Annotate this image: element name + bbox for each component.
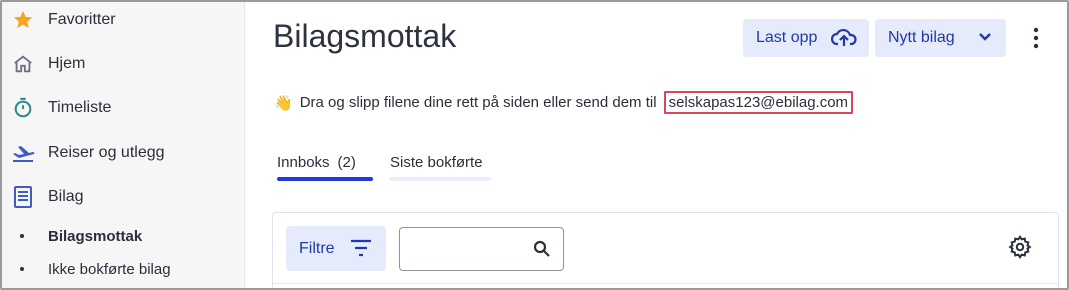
tab-recent-posted[interactable]: Siste bokførte <box>390 154 483 171</box>
cloud-upload-icon <box>830 26 857 55</box>
panel-divider <box>273 283 1058 284</box>
sidebar-item-receipts[interactable]: Bilag <box>2 177 245 217</box>
tab-label: Siste bokførte <box>390 154 483 171</box>
drop-hint-text: Dra og slipp filene dine rett på siden e… <box>299 94 657 111</box>
sidebar-item-travel-expenses[interactable]: Reiser og utlegg <box>2 133 245 173</box>
search-field[interactable] <box>399 227 564 271</box>
bullet <box>20 234 24 238</box>
sidebar-item-home[interactable]: Hjem <box>2 44 245 84</box>
home-icon <box>11 52 35 76</box>
sidebar-item-favorites[interactable]: Favoritter <box>2 2 245 40</box>
tab-idle-indicator <box>390 177 491 181</box>
tab-count: (2) <box>337 154 356 171</box>
stopwatch-icon <box>11 96 35 120</box>
main-content: Bilagsmottak Last opp Nytt bilag 👋 Dra o… <box>246 2 1067 288</box>
sidebar-subitem-label: Bilagsmottak <box>48 227 143 245</box>
sidebar-item-label: Reiser og utlegg <box>48 144 165 161</box>
sidebar-subitem-label: Ikke bokførte bilag <box>48 260 171 278</box>
sidebar-subitem-unposted[interactable]: Ikke bokførte bilag <box>2 256 245 282</box>
settings-gear-icon[interactable] <box>1008 234 1032 264</box>
receipt-icon <box>11 185 35 209</box>
filter-icon <box>350 239 372 262</box>
upload-button-label: Last opp <box>756 29 818 46</box>
tab-inbox[interactable]: Innboks (2) <box>277 154 356 171</box>
upload-button[interactable]: Last opp <box>743 19 869 57</box>
sidebar-item-label: Favoritter <box>48 11 116 28</box>
sidebar-subitem-bilagsmottak[interactable]: Bilagsmottak <box>2 223 245 249</box>
sidebar-item-label: Hjem <box>48 55 86 72</box>
receipts-panel: Filtre <box>272 212 1059 288</box>
sidebar: Favoritter Hjem Timeliste Reiser og utle… <box>2 2 245 288</box>
search-icon[interactable] <box>533 240 551 263</box>
bullet <box>20 267 24 271</box>
tab-label: Innboks <box>277 154 330 171</box>
tab-active-indicator <box>277 177 373 181</box>
new-receipt-button-label: Nytt bilag <box>888 29 955 46</box>
waving-hand-icon: 👋 <box>274 94 293 112</box>
new-receipt-button[interactable]: Nytt bilag <box>875 19 1006 57</box>
app-window: Favoritter Hjem Timeliste Reiser og utle… <box>0 0 1069 290</box>
sidebar-item-label: Bilag <box>48 188 84 205</box>
inbox-email-address[interactable]: selskapas123@ebilag.com <box>663 91 854 114</box>
page-title: Bilagsmottak <box>273 18 457 54</box>
filter-button-label: Filtre <box>299 239 335 257</box>
chevron-down-icon <box>977 29 993 50</box>
search-input[interactable] <box>408 236 528 262</box>
drop-hint: 👋 Dra og slipp filene dine rett på siden… <box>274 91 854 114</box>
star-icon <box>11 8 35 32</box>
sidebar-item-timesheet[interactable]: Timeliste <box>2 88 245 128</box>
more-options-icon[interactable] <box>1026 26 1046 52</box>
filter-button[interactable]: Filtre <box>286 226 386 271</box>
sidebar-item-label: Timeliste <box>48 99 112 116</box>
airplane-icon <box>11 141 35 165</box>
